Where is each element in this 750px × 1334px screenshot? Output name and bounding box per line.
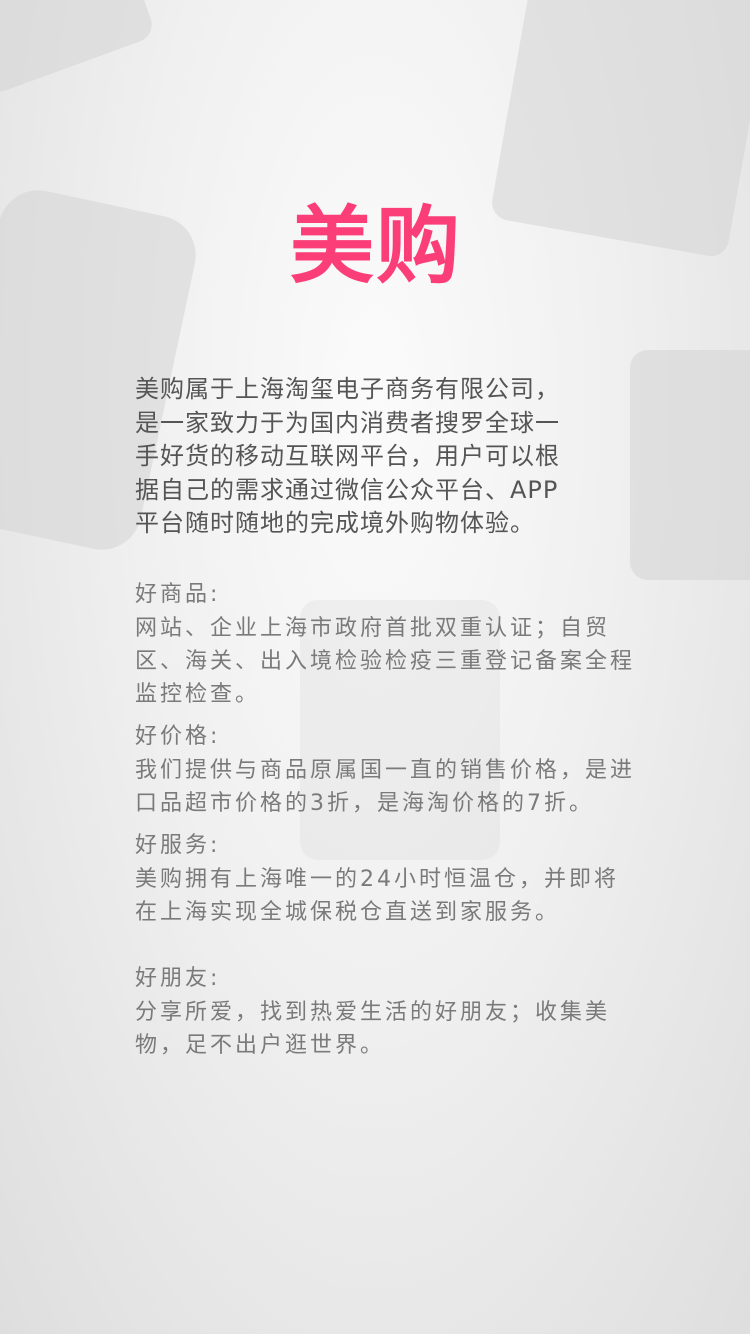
background-product-milk-powder xyxy=(489,0,750,259)
section-good-products: 好商品: 网站、企业上海市政府首批双重认证；自贸 区、海关、出入境检验检疫三重登… xyxy=(135,578,636,711)
section-good-friends: 好朋友: 分享所爱，找到热爱生活的好朋友；收集美 物，足不出户逛世界。 xyxy=(135,962,625,1062)
section-line: 网站、企业上海市政府首批双重认证；自贸 xyxy=(135,616,611,641)
brand-logo: 美购 xyxy=(289,197,462,295)
section-title: 好价格: xyxy=(135,724,221,749)
intro-text: 美购属于上海淘玺电子商务有限公司， 是一家致力于为国内消费者搜罗全球一 手好货的… xyxy=(135,373,625,541)
intro-line: 手好货的移动互联网平台，用户可以根 xyxy=(135,442,560,470)
intro-line: 美购属于上海淘玺电子商务有限公司， xyxy=(135,375,560,403)
section-title: 好商品: xyxy=(135,582,221,607)
intro-line: 据自己的需求通过微信公众平台、APP xyxy=(135,475,559,504)
section-line: 口品超市价格的3折，是海淘价格的7折。 xyxy=(135,791,594,816)
section-line: 物，足不出户逛世界。 xyxy=(135,1033,386,1058)
section-good-service: 好服务: 美购拥有上海唯一的24小时恒温仓，并即将 在上海实现全城保税仓直送到家… xyxy=(135,829,625,929)
section-line: 监控检查。 xyxy=(135,682,261,707)
section-line: 区、海关、出入境检验检疫三重登记备案全程 xyxy=(135,649,636,674)
section-line: 分享所爱，找到热爱生活的好朋友；收集美 xyxy=(135,1000,611,1025)
background-product-shoe xyxy=(0,0,157,97)
section-title: 好服务: xyxy=(135,833,221,858)
intro-line: 是一家致力于为国内消费者搜罗全球一 xyxy=(135,408,560,437)
section-good-price: 好价格: 我们提供与商品原属国一直的销售价格，是进 口品超市价格的3折，是海淘价… xyxy=(135,720,636,820)
section-line: 我们提供与商品原属国一直的销售价格，是进 xyxy=(135,758,636,783)
section-title: 好朋友: xyxy=(135,966,221,991)
section-line: 在上海实现全城保税仓直送到家服务。 xyxy=(135,900,561,925)
section-line: 美购拥有上海唯一的24小时恒温仓，并即将 xyxy=(135,867,619,892)
background-product-diapers xyxy=(630,350,750,580)
intro-line: 平台随时随地的完成境外购物体验。 xyxy=(135,509,535,537)
